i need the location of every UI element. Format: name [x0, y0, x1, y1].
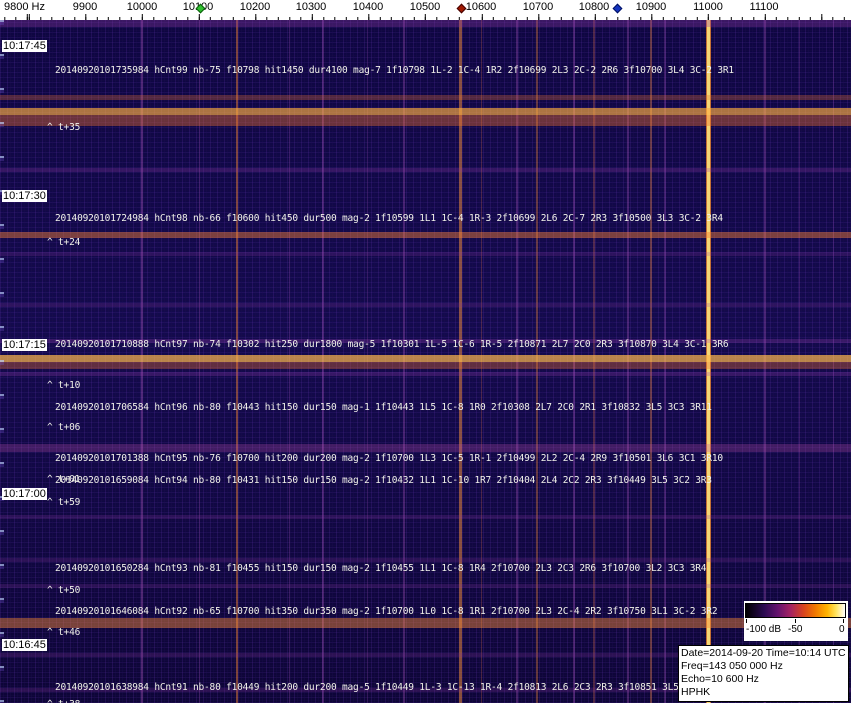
freq-axis-label: 10900: [635, 1, 667, 13]
colorbar-tick: [795, 619, 796, 623]
event-annotation: 20140920101724984 hCnt98 nb-66 f10600 hi…: [55, 213, 723, 224]
info-date-line: Date=2014-09-20 Time=10:14 UTC: [681, 647, 846, 659]
blue-diamond-marker-icon[interactable]: [612, 3, 623, 14]
freq-axis-label: 10600: [465, 1, 497, 13]
freq-axis-label: 10800: [578, 1, 610, 13]
freq-axis-label: 9800 Hz: [4, 1, 45, 13]
colorbar-legend: -100 dB -50 0: [744, 601, 848, 641]
frequency-axis: 9800 Hz 9900 10000 10100 10200 10300 104…: [0, 0, 851, 20]
freq-axis-label: 10500: [409, 1, 441, 13]
time-label: 10:17:45: [2, 40, 47, 52]
event-annotation: 20140920101659084 hCnt94 nb-80 f10431 hi…: [55, 475, 712, 486]
time-offset-marker: ^ t+46: [47, 627, 81, 638]
event-annotation: 20140920101735984 hCnt99 nb-75 f10798 hi…: [55, 65, 734, 76]
time-label: 10:16:45: [2, 639, 47, 651]
colorbar-tick: [843, 619, 844, 623]
freq-axis-label: 10200: [239, 1, 271, 13]
freq-axis-label: 10300: [295, 1, 327, 13]
left-edge-signal-artifacts: [0, 20, 4, 703]
time-offset-marker: ^ t+10: [47, 380, 81, 391]
time-label: 10:17:00: [2, 488, 47, 500]
event-annotation: 20140920101706584 hCnt96 nb-80 f10443 hi…: [55, 402, 712, 413]
event-annotation: 20140920101646084 hCnt92 nb-65 f10700 hi…: [55, 606, 718, 617]
time-offset-marker: ^ t+24: [47, 237, 81, 248]
colorbar-gradient: [745, 603, 846, 618]
freq-axis-label: 10000: [126, 1, 158, 13]
freq-axis-label: 11000: [693, 1, 723, 13]
time-offset-marker: ^ t+50: [47, 585, 81, 596]
time-offset-marker: ^ t+59: [47, 497, 81, 508]
info-freq-line: Freq=143 050 000 Hz: [681, 660, 783, 672]
spectrogram-waterfall: 10:17:45 10:17:30 10:17:15 10:17:00 10:1…: [0, 20, 851, 703]
freq-axis-label: 10700: [522, 1, 554, 13]
freq-axis-label: 10400: [352, 1, 384, 13]
time-label: 10:17:30: [2, 190, 47, 202]
time-offset-marker: ^ t+38: [47, 699, 80, 703]
colorbar-label-max: 0: [839, 624, 845, 635]
info-station-line: HPHK: [681, 686, 711, 698]
colorbar-tick: [746, 619, 747, 623]
colorbar-label-mid: -50: [788, 624, 803, 635]
event-annotation: 20140920101710888 hCnt97 nb-74 f10302 hi…: [55, 339, 729, 350]
info-echo-line: Echo=10 600 Hz: [681, 673, 759, 685]
freq-axis-label: 11100: [749, 1, 779, 13]
colorbar-label-min: -100 dB: [746, 624, 782, 635]
event-annotation: 20140920101650284 hCnt93 nb-81 f10455 hi…: [55, 563, 707, 574]
time-offset-marker: ^ t+35: [47, 122, 81, 133]
event-annotation: 20140920101638984 hCnt91 nb-80 f10449 hi…: [55, 682, 696, 693]
freq-axis-label: 9900: [72, 1, 98, 13]
status-info-box: Date=2014-09-20 Time=10:14 UTC Freq=143 …: [678, 645, 849, 702]
event-annotation: 20140920101701388 hCnt95 nb-76 f10700 hi…: [55, 453, 723, 464]
time-label: 10:17:15: [2, 339, 47, 351]
spectrogram-app-window: 9800 Hz 9900 10000 10100 10200 10300 104…: [0, 0, 851, 703]
time-offset-marker: ^ t+06: [47, 422, 81, 433]
